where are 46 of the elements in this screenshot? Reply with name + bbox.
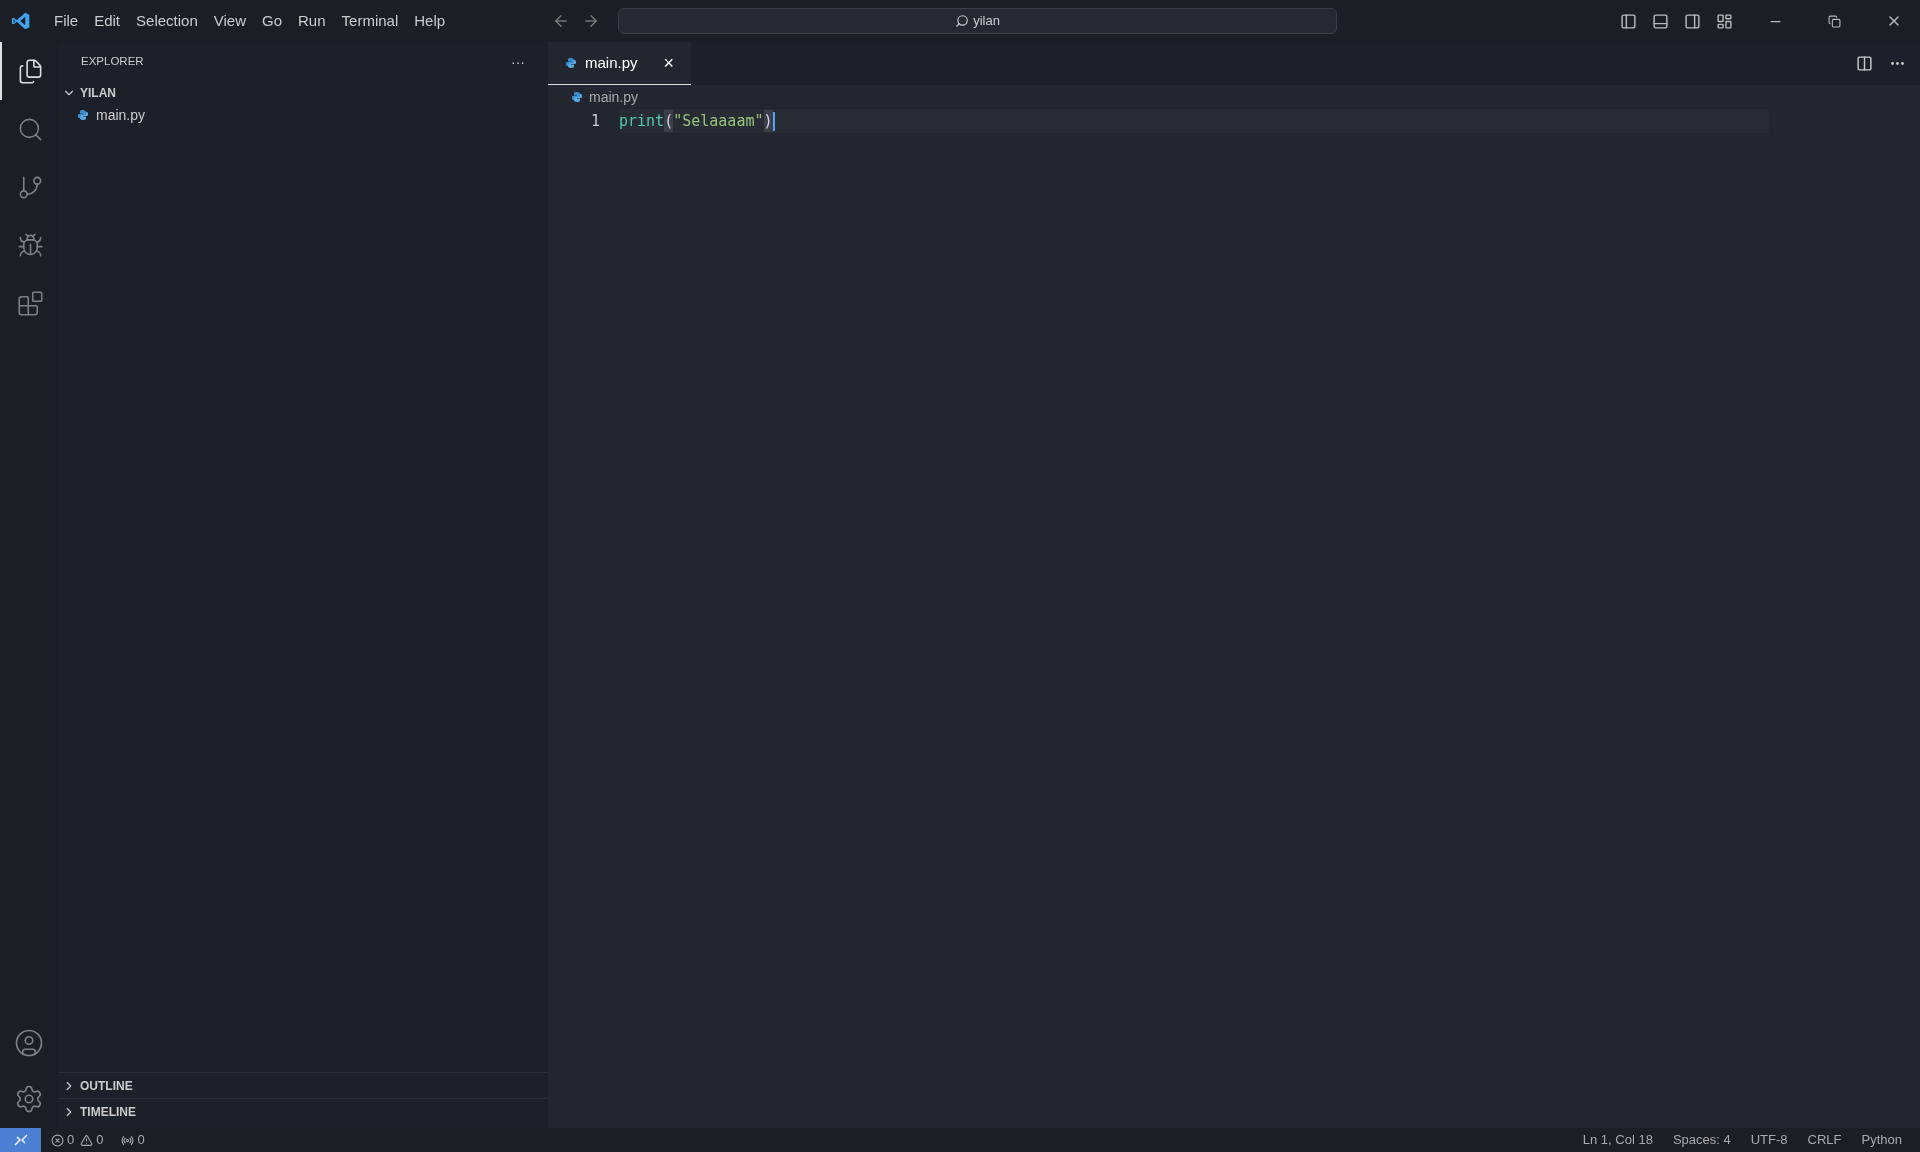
toggle-panel-icon[interactable] <box>1652 12 1669 30</box>
python-file-icon <box>571 91 583 103</box>
menu-item[interactable]: Edit <box>87 9 128 33</box>
status-item[interactable]: Spaces: 4 <box>1672 1130 1731 1150</box>
app-logo-icon <box>11 11 31 31</box>
search-value: yilan <box>973 12 1000 31</box>
restore-icon[interactable] <box>1828 14 1841 28</box>
menu-item[interactable]: Terminal <box>334 9 406 33</box>
error-icon <box>51 1133 64 1147</box>
menu-item[interactable]: Go <box>255 9 289 33</box>
folder-header[interactable]: YILAN <box>58 82 548 104</box>
section-header[interactable]: OUTLINE <box>58 1072 548 1098</box>
split-editor-icon[interactable] <box>1856 55 1873 72</box>
warning-icon <box>80 1133 94 1147</box>
menu-item[interactable]: File <box>47 9 86 33</box>
status-item[interactable]: Python <box>1861 1130 1902 1150</box>
status-item[interactable]: Ln 1, Col 18 <box>1582 1130 1653 1150</box>
status-item[interactable]: CRLF <box>1807 1130 1842 1150</box>
search-field[interactable]: yilan <box>618 8 1338 34</box>
search-icon <box>955 14 970 28</box>
ports-count[interactable]: 0 <box>137 1130 145 1150</box>
python-file-icon <box>565 57 577 69</box>
warning-count[interactable]: 0 <box>96 1130 104 1150</box>
text-cursor <box>772 111 775 131</box>
error-count[interactable]: 0 <box>67 1130 75 1150</box>
toggle-secondary-sidebar-icon[interactable] <box>1684 12 1701 30</box>
editor-tab[interactable]: main.py × <box>548 42 691 85</box>
explorer-filename[interactable]: main.py <box>96 104 146 126</box>
sidebar-title: EXPLORER <box>81 54 144 70</box>
layout-icon[interactable] <box>1716 12 1733 30</box>
toggle-sidebar-icon[interactable] <box>1620 12 1637 30</box>
settings-icon[interactable] <box>14 1084 44 1114</box>
remote-icon <box>13 1133 28 1147</box>
python-file-icon <box>77 109 89 121</box>
menu-item[interactable]: Selection <box>129 9 205 33</box>
menu-item[interactable]: View <box>206 9 253 33</box>
breadcrumb[interactable]: main.py <box>589 86 639 108</box>
more-actions[interactable]: ··· <box>511 51 525 73</box>
line-number: 1 <box>589 110 600 132</box>
status-item[interactable]: UTF-8 <box>1750 1130 1788 1150</box>
menu-item[interactable]: Run <box>291 9 333 33</box>
section-header[interactable]: TIMELINE <box>58 1098 548 1124</box>
menu-item[interactable]: Help <box>407 9 453 33</box>
close-tab[interactable]: × <box>663 49 674 77</box>
ports-icon <box>121 1133 135 1147</box>
account-icon[interactable] <box>14 1028 44 1058</box>
